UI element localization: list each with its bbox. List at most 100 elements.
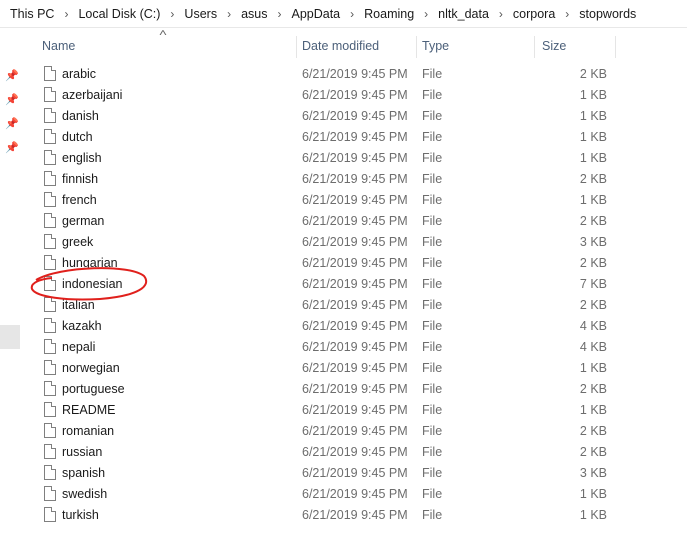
file-name: english [62, 151, 102, 165]
breadcrumb-item[interactable]: This PC [8, 7, 56, 21]
file-type: File [422, 508, 443, 522]
file-name: hungarian [62, 256, 118, 270]
file-icon [44, 66, 56, 81]
file-icon [44, 213, 56, 228]
file-row[interactable]: portuguese 6/21/2019 9:45 PM File 2 KB [0, 379, 687, 400]
file-icon [44, 423, 56, 438]
file-row[interactable]: README 6/21/2019 9:45 PM File 1 KB [0, 400, 687, 421]
file-date: 6/21/2019 9:45 PM [302, 193, 408, 207]
breadcrumb-item[interactable]: asus [239, 7, 269, 21]
chevron-right-icon[interactable]: › [342, 7, 362, 21]
file-row[interactable]: italian 6/21/2019 9:45 PM File 2 KB [0, 295, 687, 316]
file-type: File [422, 361, 443, 375]
file-icon [44, 318, 56, 333]
breadcrumb-item[interactable]: corpora [511, 7, 557, 21]
file-name: spanish [62, 466, 106, 480]
breadcrumb-item[interactable]: Local Disk (C:) [76, 7, 162, 21]
file-icon [44, 150, 56, 165]
file-size: 1 KB [579, 151, 607, 165]
file-date: 6/21/2019 9:45 PM [302, 130, 408, 144]
file-row[interactable]: english 6/21/2019 9:45 PM File 1 KB [0, 148, 687, 169]
file-name: README [62, 403, 116, 417]
file-row[interactable]: indonesian 6/21/2019 9:45 PM File 7 KB [0, 274, 687, 295]
file-size: 1 KB [579, 130, 607, 144]
file-icon [44, 360, 56, 375]
breadcrumb-item[interactable]: nltk_data [436, 7, 491, 21]
chevron-right-icon[interactable]: › [219, 7, 239, 21]
file-name: indonesian [62, 277, 123, 291]
file-type: File [422, 214, 443, 228]
file-name: nepali [62, 340, 96, 354]
file-row[interactable]: kazakh 6/21/2019 9:45 PM File 4 KB [0, 316, 687, 337]
file-icon [44, 486, 56, 501]
file-size: 4 KB [579, 319, 607, 333]
file-size: 1 KB [579, 487, 607, 501]
file-name: romanian [62, 424, 115, 438]
file-row[interactable]: romanian 6/21/2019 9:45 PM File 2 KB [0, 421, 687, 442]
file-row[interactable]: german 6/21/2019 9:45 PM File 2 KB [0, 211, 687, 232]
file-row[interactable]: spanish 6/21/2019 9:45 PM File 3 KB [0, 463, 687, 484]
column-header-name[interactable]: Name [36, 33, 296, 59]
file-row[interactable]: arabic 6/21/2019 9:45 PM File 2 KB [0, 64, 687, 85]
file-date: 6/21/2019 9:45 PM [302, 445, 408, 459]
chevron-right-icon[interactable]: › [162, 7, 182, 21]
file-icon [44, 234, 56, 249]
chevron-right-icon[interactable]: › [56, 7, 76, 21]
file-type: File [422, 67, 443, 81]
file-row[interactable]: hungarian 6/21/2019 9:45 PM File 2 KB [0, 253, 687, 274]
file-icon [44, 444, 56, 459]
file-size: 2 KB [579, 214, 607, 228]
file-row[interactable]: finnish 6/21/2019 9:45 PM File 2 KB [0, 169, 687, 190]
file-row[interactable]: danish 6/21/2019 9:45 PM File 1 KB [0, 106, 687, 127]
file-type: File [422, 235, 443, 249]
file-icon [44, 108, 56, 123]
file-type: File [422, 256, 443, 270]
file-size: 1 KB [579, 88, 607, 102]
file-size: 2 KB [579, 256, 607, 270]
breadcrumb-item[interactable]: AppData [289, 7, 342, 21]
breadcrumb[interactable]: This PC › Local Disk (C:) › Users › asus › AppDa… [0, 0, 687, 28]
file-name: dutch [62, 130, 93, 144]
column-header-type[interactable]: Type [416, 33, 534, 59]
file-name: portuguese [62, 382, 125, 396]
file-type: File [422, 88, 443, 102]
file-size: 2 KB [579, 172, 607, 186]
chevron-right-icon[interactable]: › [491, 7, 511, 21]
file-date: 6/21/2019 9:45 PM [302, 172, 408, 186]
file-date: 6/21/2019 9:45 PM [302, 235, 408, 249]
file-row[interactable]: norwegian 6/21/2019 9:45 PM File 1 KB [0, 358, 687, 379]
file-name: arabic [62, 67, 97, 81]
file-row[interactable]: azerbaijani 6/21/2019 9:45 PM File 1 KB [0, 85, 687, 106]
file-row[interactable]: french 6/21/2019 9:45 PM File 1 KB [0, 190, 687, 211]
file-row[interactable]: russian 6/21/2019 9:45 PM File 2 KB [0, 442, 687, 463]
file-name: danish [62, 109, 99, 123]
chevron-right-icon[interactable]: › [557, 7, 577, 21]
file-row[interactable]: turkish 6/21/2019 9:45 PM File 1 KB [0, 505, 687, 526]
file-list: arabic 6/21/2019 9:45 PM File 2 KB azerbaija… [0, 64, 687, 526]
file-size: 2 KB [579, 382, 607, 396]
file-date: 6/21/2019 9:45 PM [302, 361, 408, 375]
file-row[interactable]: swedish 6/21/2019 9:45 PM File 1 KB [0, 484, 687, 505]
file-type: File [422, 109, 443, 123]
column-header-size[interactable]: Size [536, 33, 616, 59]
file-name: greek [62, 235, 94, 249]
file-type: File [422, 487, 443, 501]
file-icon [44, 192, 56, 207]
file-type: File [422, 151, 443, 165]
chevron-right-icon[interactable]: › [269, 7, 289, 21]
file-type: File [422, 340, 443, 354]
breadcrumb-item[interactable]: Users [182, 7, 219, 21]
column-header-date[interactable]: Date modified [296, 33, 416, 59]
file-date: 6/21/2019 9:45 PM [302, 109, 408, 123]
file-icon [44, 465, 56, 480]
file-row[interactable]: nepali 6/21/2019 9:45 PM File 4 KB [0, 337, 687, 358]
file-row[interactable]: greek 6/21/2019 9:45 PM File 3 KB [0, 232, 687, 253]
file-date: 6/21/2019 9:45 PM [302, 319, 408, 333]
file-icon [44, 402, 56, 417]
breadcrumb-item[interactable]: stopwords [577, 7, 638, 21]
file-type: File [422, 172, 443, 186]
breadcrumb-item[interactable]: Roaming [362, 7, 416, 21]
file-row[interactable]: dutch 6/21/2019 9:45 PM File 1 KB [0, 127, 687, 148]
file-size: 1 KB [579, 361, 607, 375]
chevron-right-icon[interactable]: › [416, 7, 436, 21]
